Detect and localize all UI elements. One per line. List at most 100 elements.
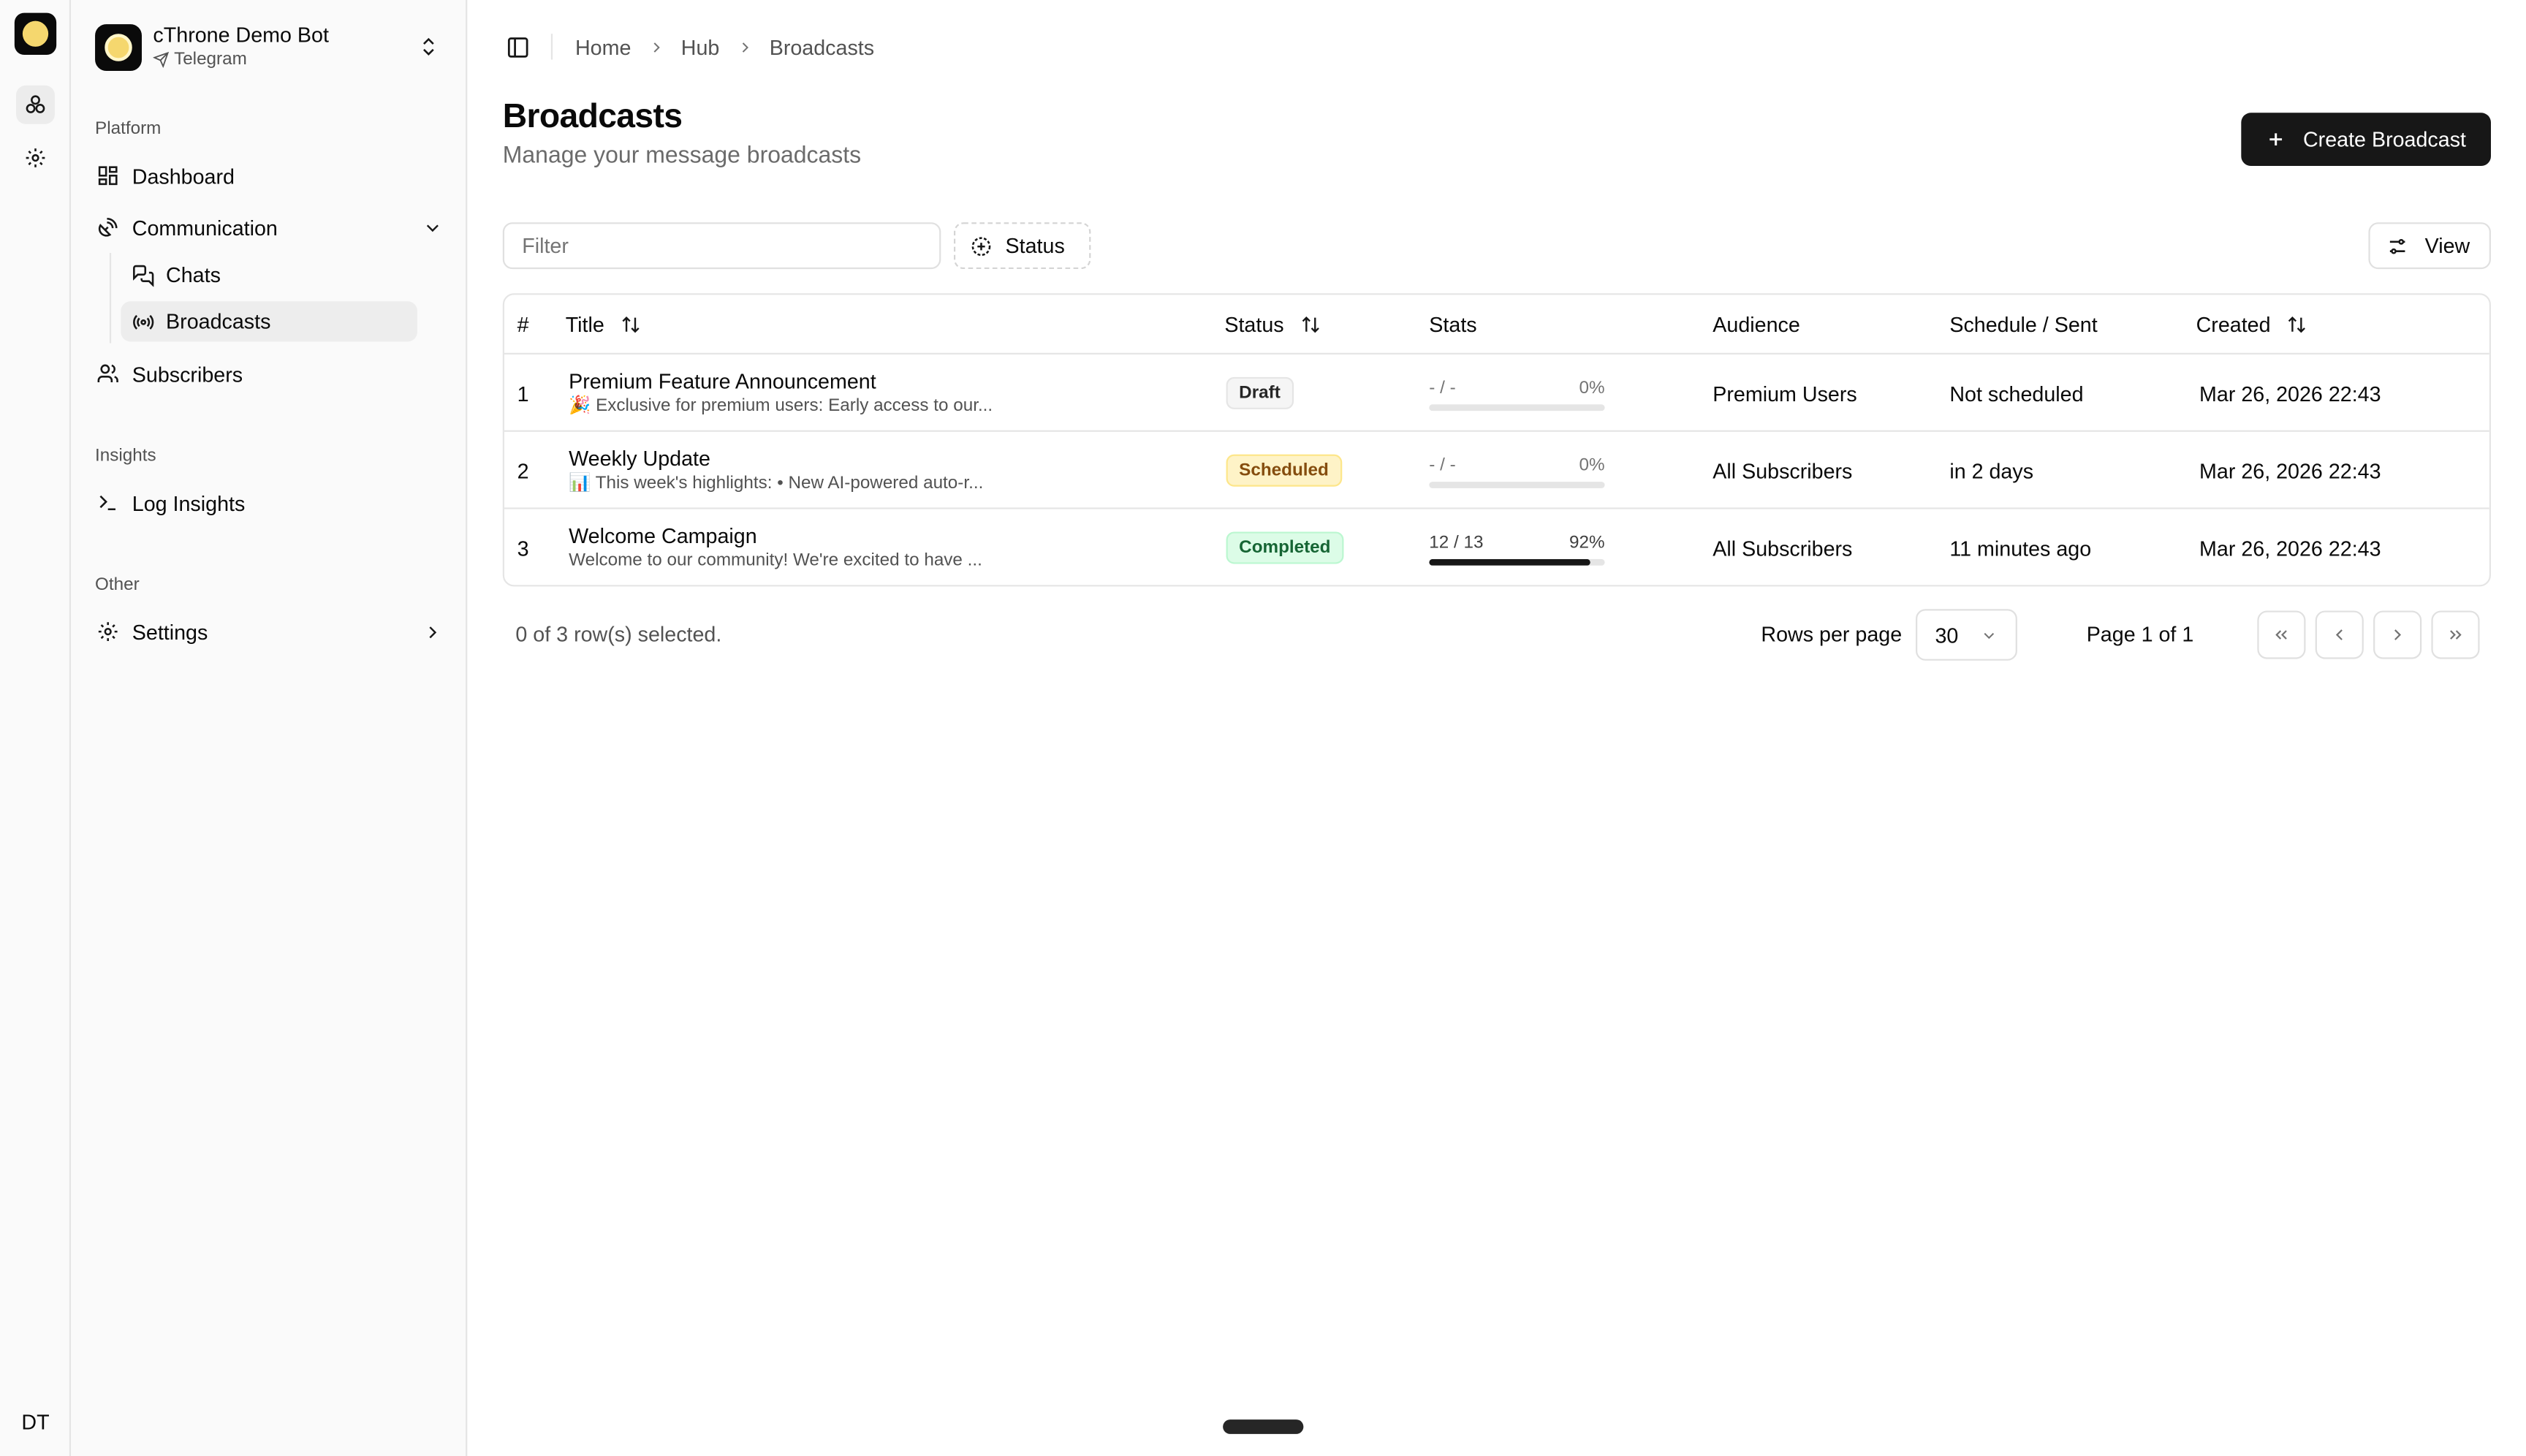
- bot-platform: Telegram: [174, 50, 247, 69]
- last-page-button[interactable]: [2431, 610, 2480, 659]
- stats-count: 12 / 13: [1429, 532, 1484, 553]
- table-row[interactable]: 2 Weekly Update 📊 This week's highlights…: [504, 432, 2489, 509]
- selection-count: 0 of 3 row(s) selected.: [515, 621, 722, 646]
- submenu-line: [109, 253, 112, 344]
- first-page-button[interactable]: [2257, 610, 2306, 659]
- rows-per-page-value: 30: [1935, 623, 1959, 648]
- main-content: Home Hub Broadcasts Broadcasts Manage yo…: [467, 0, 2526, 1456]
- bot-switcher[interactable]: cThrone Demo Bot Telegram: [95, 23, 443, 71]
- row-number: 2: [517, 458, 529, 483]
- progress-bar: [1429, 403, 1605, 411]
- sort-icon: [622, 316, 640, 333]
- plus-circle-icon: [971, 236, 991, 256]
- row-number: 1: [517, 381, 529, 406]
- create-broadcast-button[interactable]: Create Broadcast: [2241, 113, 2492, 167]
- audience: All Subscribers: [1713, 535, 1853, 561]
- broadcast-preview: 🎉 Exclusive for premium users: Early acc…: [569, 395, 993, 415]
- delivery-stats: - / - 0%: [1429, 432, 1605, 509]
- divider: [550, 34, 553, 60]
- satellite-icon: [95, 214, 121, 240]
- bot-name: cThrone Demo Bot: [153, 22, 329, 47]
- broadcast-title: Premium Feature Announcement: [569, 368, 876, 393]
- users-icon: [95, 361, 121, 387]
- stats-count: - / -: [1429, 455, 1456, 475]
- previous-page-button[interactable]: [2315, 610, 2364, 659]
- sidebar-item-label: Subscribers: [132, 361, 243, 386]
- app-logo[interactable]: [14, 12, 57, 55]
- sidebar-item-label: Broadcasts: [166, 309, 271, 334]
- chevron-right-icon: [2394, 629, 2402, 640]
- drag-handle[interactable]: [1223, 1419, 1304, 1434]
- broadcast-preview: 📊 This week's highlights: • New AI-power…: [569, 472, 984, 493]
- group-label-platform: Platform: [95, 119, 162, 139]
- sidebar-item-settings[interactable]: Settings: [86, 609, 453, 654]
- table-row[interactable]: 3 Welcome Campaign Welcome to our commun…: [504, 509, 2489, 585]
- stats-percent: 0%: [1579, 455, 1605, 475]
- group-label-other: Other: [95, 575, 140, 595]
- breadcrumb-home[interactable]: Home: [575, 34, 631, 58]
- sidebar: cThrone Demo Bot Telegram Platform Dashb…: [70, 0, 468, 1456]
- column-header-status[interactable]: Status: [1224, 295, 1321, 354]
- sort-icon: [1302, 316, 1319, 333]
- sidebar-item-label: Chats: [166, 262, 221, 287]
- table-header: # Title Status Stats Audience Schedule /…: [504, 295, 2489, 354]
- created-date: Mar 26, 2026 22:43: [2199, 381, 2381, 406]
- table-row[interactable]: 1 Premium Feature Announcement 🎉 Exclusi…: [504, 354, 2489, 432]
- plus-icon: [2270, 133, 2283, 146]
- delivery-stats: 12 / 13 92%: [1429, 509, 1605, 585]
- schedule: 11 minutes ago: [1949, 535, 2092, 561]
- sort-icon: [2288, 316, 2306, 333]
- next-page-button[interactable]: [2373, 610, 2422, 659]
- sidebar-item-label: Settings: [132, 619, 208, 644]
- sidebar-item-label: Log Insights: [132, 490, 246, 515]
- dashboard-icon: [95, 163, 121, 189]
- chevron-down-icon: [426, 224, 439, 232]
- sliders-icon: [2389, 238, 2405, 254]
- group-label-insights: Insights: [95, 446, 156, 466]
- stats-count: - / -: [1429, 377, 1456, 398]
- breadcrumb-hub[interactable]: Hub: [681, 34, 720, 58]
- sidebar-item-broadcasts[interactable]: Broadcasts: [121, 301, 417, 342]
- rows-per-page-label: Rows per page: [1761, 621, 1903, 646]
- sidebar-toggle-icon[interactable]: [503, 32, 532, 61]
- audience: Premium Users: [1713, 381, 1857, 406]
- chevrons-up-down-icon: [423, 37, 434, 56]
- sidebar-item-chats[interactable]: Chats: [121, 254, 417, 295]
- breadcrumb-current: Broadcasts: [769, 34, 875, 59]
- sidebar-item-label: Dashboard: [132, 163, 235, 188]
- create-broadcast-label: Create Broadcast: [2302, 127, 2467, 152]
- column-header-num: #: [517, 312, 529, 337]
- hub-icon[interactable]: [16, 85, 55, 124]
- page-subtitle: Manage your message broadcasts: [502, 143, 862, 170]
- broadcast-preview: Welcome to our community! We're excited …: [569, 550, 982, 570]
- chevron-right-icon: [647, 38, 664, 56]
- user-avatar[interactable]: DT: [13, 1398, 58, 1444]
- status-badge: Completed: [1226, 531, 1344, 564]
- chats-icon: [131, 262, 156, 287]
- created-date: Mar 26, 2026 22:43: [2199, 458, 2381, 483]
- schedule: in 2 days: [1949, 458, 2034, 483]
- chevron-right-icon: [429, 626, 437, 638]
- sidebar-item-subscribers[interactable]: Subscribers: [86, 352, 453, 397]
- filter-input[interactable]: [502, 222, 941, 270]
- broadcast-title: Welcome Campaign: [569, 523, 757, 547]
- radio-icon: [131, 308, 156, 334]
- view-options-button[interactable]: View: [2368, 222, 2492, 270]
- sidebar-item-log-insights[interactable]: Log Insights: [86, 480, 453, 526]
- chevron-right-icon: [735, 38, 753, 56]
- column-header-created[interactable]: Created: [2196, 295, 2308, 354]
- chevrons-right-icon: [2450, 630, 2462, 640]
- delivery-stats: - / - 0%: [1429, 354, 1605, 432]
- status-filter-button[interactable]: Status: [954, 222, 1091, 270]
- sidebar-item-communication[interactable]: Communication: [86, 205, 453, 250]
- chevron-down-icon: [1984, 632, 1995, 638]
- progress-bar: [1429, 481, 1605, 488]
- progress-bar: [1429, 558, 1605, 565]
- broadcasts-table: # Title Status Stats Audience Schedule /…: [502, 293, 2492, 587]
- rows-per-page-select[interactable]: 30: [1916, 609, 2017, 661]
- sidebar-item-dashboard[interactable]: Dashboard: [86, 153, 453, 198]
- stats-percent: 92%: [1569, 532, 1605, 553]
- column-header-title[interactable]: Title: [566, 295, 642, 354]
- row-number: 3: [517, 535, 529, 561]
- gear-icon[interactable]: [16, 139, 55, 178]
